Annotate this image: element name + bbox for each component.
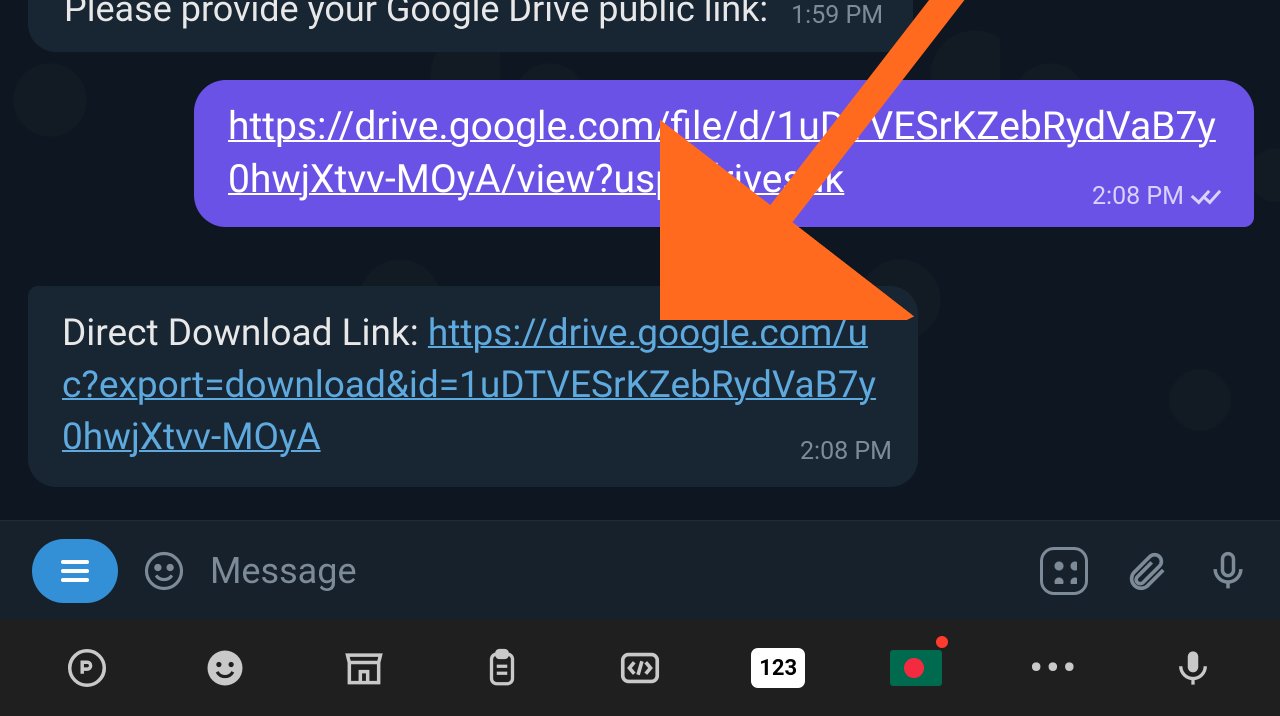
emoji-keyboard-button[interactable] xyxy=(197,640,253,696)
language-button[interactable] xyxy=(888,640,944,696)
stickers-grid-button[interactable] xyxy=(1040,547,1088,595)
message-time: 2:08 PM xyxy=(800,434,892,469)
message-time: 2:08 PM xyxy=(1092,180,1184,214)
read-receipt-icon xyxy=(1192,187,1224,205)
more-button[interactable]: ••• xyxy=(1027,640,1083,696)
code-brackets-icon xyxy=(617,645,663,691)
flag-icon xyxy=(890,650,942,686)
outgoing-message[interactable]: https://drive.google.com/file/d/1uDTVESr… xyxy=(194,80,1254,227)
text-sync-button[interactable] xyxy=(59,640,115,696)
num-label: 123 xyxy=(751,648,805,688)
store-icon xyxy=(342,646,386,690)
code-input-button[interactable] xyxy=(612,640,668,696)
smile-solid-icon xyxy=(204,647,246,689)
emoji-button[interactable] xyxy=(140,547,188,595)
message-meta: 2:08 PM xyxy=(1092,180,1224,214)
text-rotate-icon xyxy=(64,645,110,691)
smile-icon xyxy=(143,550,185,592)
microphone-icon xyxy=(1206,549,1250,593)
menu-icon xyxy=(61,560,89,582)
clipboard-icon xyxy=(481,647,523,689)
clipboard-button[interactable] xyxy=(474,640,530,696)
input-bar: Message xyxy=(0,520,1280,620)
voice-message-button[interactable] xyxy=(1204,547,1252,595)
paperclip-icon xyxy=(1123,548,1169,594)
voice-typing-button[interactable] xyxy=(1165,640,1221,696)
microphone-solid-icon xyxy=(1172,647,1214,689)
stickers-keyboard-button[interactable] xyxy=(336,640,392,696)
message-time: 1:59 PM xyxy=(791,1,883,30)
incoming-message[interactable]: Please provide your Google Drive public … xyxy=(28,0,913,52)
bot-commands-button[interactable] xyxy=(32,539,118,603)
notification-dot-icon xyxy=(934,634,950,650)
incoming-message[interactable]: Direct Download Link: https://drive.goog… xyxy=(28,286,918,487)
message-link[interactable]: https://drive.google.com/file/d/1uDTVESr… xyxy=(228,103,1216,202)
message-text: Please provide your Google Drive public … xyxy=(64,0,768,30)
numeric-keyboard-button[interactable]: 123 xyxy=(750,640,806,696)
chat-area: Please provide your Google Drive public … xyxy=(0,0,1280,520)
attach-button[interactable] xyxy=(1122,547,1170,595)
message-input[interactable]: Message xyxy=(210,550,1018,592)
message-prefix: Direct Download Link: xyxy=(62,312,428,355)
keyboard-toolbar: 123 ••• xyxy=(0,620,1280,716)
